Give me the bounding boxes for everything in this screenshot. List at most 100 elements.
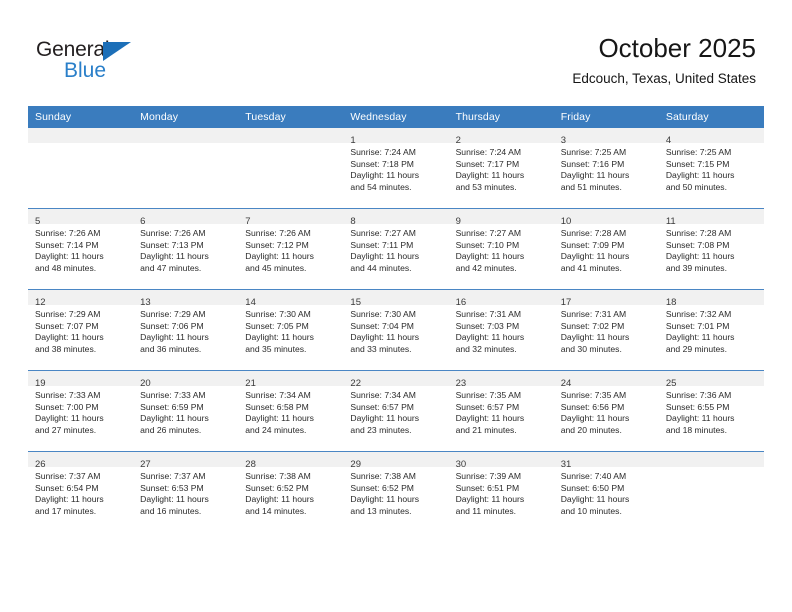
weekday-header-tuesday: Tuesday (238, 106, 344, 128)
day-cell[interactable]: 30 Sunrise: 7:39 AM Sunset: 6:51 PM Dayligh… (448, 451, 554, 532)
sunrise-text: Sunrise: 7:27 AM (455, 228, 522, 238)
daylight-text-line2: and 50 minutes. (665, 181, 727, 192)
daylight-text-line1: Daylight: 11 hours (455, 413, 525, 424)
day-number: 20 (140, 378, 151, 389)
sunset-text: Sunset: 6:57 PM (455, 401, 520, 412)
day-number-strip: 16 (448, 290, 554, 308)
day-cell[interactable]: 13 Sunrise: 7:29 AM Sunset: 7:06 PM Dayligh… (133, 289, 239, 371)
day-cell[interactable]: 22 Sunrise: 7:34 AM Sunset: 6:57 PM Dayligh… (343, 370, 449, 452)
day-cell[interactable]: 25 Sunrise: 7:36 AM Sunset: 6:55 PM Dayligh… (658, 370, 764, 452)
day-cell[interactable]: 7 Sunrise: 7:26 AM Sunset: 7:12 PM Daylight… (238, 208, 344, 290)
day-number-strip: 25 (658, 371, 764, 389)
sunset-text: Sunset: 6:59 PM (140, 401, 204, 412)
day-cell[interactable]: 2 Sunrise: 7:24 AM Sunset: 7:17 PM Daylight… (448, 128, 554, 209)
day-number-strip: 3 (553, 128, 659, 146)
day-cell[interactable]: 28 Sunrise: 7:38 AM Sunset: 6:52 PM Dayligh… (238, 451, 344, 532)
daylight-text-line2: and 44 minutes. (350, 262, 412, 273)
day-number: 11 (665, 216, 676, 227)
day-cell-details: Sunrise: 7:40 AM Sunset: 6:50 PM Daylight:… (554, 467, 659, 517)
daylight-text-line1: Daylight: 11 hours (35, 332, 104, 343)
sunset-text: Sunset: 7:05 PM (245, 320, 309, 331)
sunset-text: Sunset: 7:04 PM (350, 320, 414, 331)
logo-text-blue: Blue (64, 59, 107, 82)
calendar-week-row: 19 Sunrise: 7:33 AM Sunset: 7:00 PM Dayligh… (28, 370, 764, 452)
day-cell[interactable]: 12 Sunrise: 7:29 AM Sunset: 7:07 PM Dayligh… (28, 289, 134, 371)
daylight-text-line2: and 42 minutes. (455, 262, 517, 273)
day-cell[interactable]: 17 Sunrise: 7:31 AM Sunset: 7:02 PM Dayligh… (553, 289, 659, 371)
weekday-header-friday: Friday (553, 106, 659, 128)
day-cell[interactable]: 15 Sunrise: 7:30 AM Sunset: 7:04 PM Dayligh… (343, 289, 449, 371)
sunset-text: Sunset: 7:17 PM (455, 158, 520, 169)
sunset-text: Sunset: 7:03 PM (455, 320, 520, 331)
day-number-strip: 2 (448, 128, 554, 146)
daylight-text-line1: Daylight: 11 hours (245, 251, 314, 262)
sunrise-text: Sunrise: 7:24 AM (455, 147, 522, 157)
weekday-header-thursday: Thursday (448, 106, 554, 128)
sunrise-text: Sunrise: 7:24 AM (350, 147, 416, 157)
day-cell[interactable]: 18 Sunrise: 7:32 AM Sunset: 7:01 PM Dayligh… (658, 289, 764, 371)
general-blue-logo[interactable]: General Blue (36, 38, 266, 88)
day-cell[interactable]: 23 Sunrise: 7:35 AM Sunset: 6:57 PM Dayligh… (448, 370, 554, 452)
day-cell[interactable]: 20 Sunrise: 7:33 AM Sunset: 6:59 PM Dayligh… (133, 370, 239, 452)
day-cell-empty (238, 128, 344, 209)
day-cell-details: Sunrise: 7:38 AM Sunset: 6:52 PM Daylight:… (343, 467, 448, 517)
daylight-text-line1: Daylight: 11 hours (665, 170, 735, 181)
logo-triangle-icon (103, 42, 131, 61)
day-cell-details: Sunrise: 7:32 AM Sunset: 7:01 PM Daylight:… (659, 305, 764, 355)
day-cell[interactable]: 26 Sunrise: 7:37 AM Sunset: 6:54 PM Dayligh… (28, 451, 134, 532)
daylight-text-line1: Daylight: 11 hours (35, 251, 104, 262)
day-cell[interactable]: 21 Sunrise: 7:34 AM Sunset: 6:58 PM Dayligh… (238, 370, 344, 452)
day-cell[interactable]: 9 Sunrise: 7:27 AM Sunset: 7:10 PM Daylight… (448, 208, 554, 290)
sunset-text: Sunset: 7:06 PM (140, 320, 204, 331)
day-cell[interactable]: 8 Sunrise: 7:27 AM Sunset: 7:11 PM Daylight… (343, 208, 449, 290)
daylight-text-line1: Daylight: 11 hours (665, 332, 735, 343)
day-cell-details: Sunrise: 7:37 AM Sunset: 6:53 PM Daylight:… (133, 467, 238, 517)
day-number: 22 (350, 378, 361, 389)
day-cell[interactable]: 16 Sunrise: 7:31 AM Sunset: 7:03 PM Dayligh… (448, 289, 554, 371)
weekday-header-saturday: Saturday (658, 106, 764, 128)
daylight-text-line2: and 14 minutes. (245, 505, 307, 516)
sunrise-text: Sunrise: 7:40 AM (560, 471, 627, 481)
day-cell[interactable]: 10 Sunrise: 7:28 AM Sunset: 7:09 PM Dayligh… (553, 208, 659, 290)
day-number: 16 (455, 297, 467, 308)
sunset-text: Sunset: 6:57 PM (350, 401, 414, 412)
daylight-text-line1: Daylight: 11 hours (665, 251, 735, 262)
calendar-body: 1 Sunrise: 7:24 AM Sunset: 7:18 PM Daylight… (28, 128, 764, 532)
day-number: 15 (350, 297, 361, 308)
day-cell[interactable]: 14 Sunrise: 7:30 AM Sunset: 7:05 PM Dayligh… (238, 289, 344, 371)
day-number-strip (28, 128, 134, 143)
day-cell[interactable]: 31 Sunrise: 7:40 AM Sunset: 6:50 PM Dayligh… (553, 451, 659, 532)
day-number: 27 (140, 459, 151, 470)
day-cell[interactable]: 6 Sunrise: 7:26 AM Sunset: 7:13 PM Daylight… (133, 208, 239, 290)
calendar-week-row: 5 Sunrise: 7:26 AM Sunset: 7:14 PM Daylight… (28, 208, 764, 290)
day-number: 13 (140, 297, 151, 308)
day-number-strip: 24 (553, 371, 659, 389)
daylight-text-line1: Daylight: 11 hours (350, 413, 420, 424)
daylight-text-line2: and 54 minutes. (350, 181, 412, 192)
day-cell[interactable]: 5 Sunrise: 7:26 AM Sunset: 7:14 PM Daylight… (28, 208, 134, 290)
sunset-text: Sunset: 6:52 PM (245, 482, 309, 493)
day-cell[interactable]: 3 Sunrise: 7:25 AM Sunset: 7:16 PM Daylight… (553, 128, 659, 209)
location-subtitle: Edcouch, Texas, United States (572, 71, 756, 86)
day-cell[interactable]: 24 Sunrise: 7:35 AM Sunset: 6:56 PM Dayligh… (553, 370, 659, 452)
daylight-text-line1: Daylight: 11 hours (350, 494, 420, 505)
day-cell-details: Sunrise: 7:25 AM Sunset: 7:15 PM Daylight:… (659, 143, 764, 193)
day-cell-details: Sunrise: 7:34 AM Sunset: 6:57 PM Daylight:… (343, 386, 448, 436)
day-cell[interactable]: 29 Sunrise: 7:38 AM Sunset: 6:52 PM Dayligh… (343, 451, 449, 532)
sunset-text: Sunset: 7:08 PM (665, 239, 730, 250)
daylight-text-line1: Daylight: 11 hours (560, 251, 630, 262)
daylight-text-line2: and 47 minutes. (140, 262, 202, 273)
day-number-strip: 30 (448, 452, 554, 470)
sunrise-text: Sunrise: 7:29 AM (35, 309, 101, 319)
day-cell[interactable]: 1 Sunrise: 7:24 AM Sunset: 7:18 PM Daylight… (343, 128, 449, 209)
day-cell[interactable]: 27 Sunrise: 7:37 AM Sunset: 6:53 PM Dayligh… (133, 451, 239, 532)
day-cell[interactable]: 19 Sunrise: 7:33 AM Sunset: 7:00 PM Dayligh… (28, 370, 134, 452)
day-cell[interactable]: 11 Sunrise: 7:28 AM Sunset: 7:08 PM Dayligh… (658, 208, 764, 290)
page-header: General Blue October 2025 Edcouch, Texas… (0, 0, 792, 104)
daylight-text-line2: and 51 minutes. (560, 181, 622, 192)
day-number: 7 (245, 216, 251, 227)
sunset-text: Sunset: 6:55 PM (665, 401, 730, 412)
daylight-text-line1: Daylight: 11 hours (245, 494, 314, 505)
day-cell[interactable]: 4 Sunrise: 7:25 AM Sunset: 7:15 PM Daylight… (658, 128, 764, 209)
sunrise-text: Sunrise: 7:38 AM (350, 471, 416, 481)
